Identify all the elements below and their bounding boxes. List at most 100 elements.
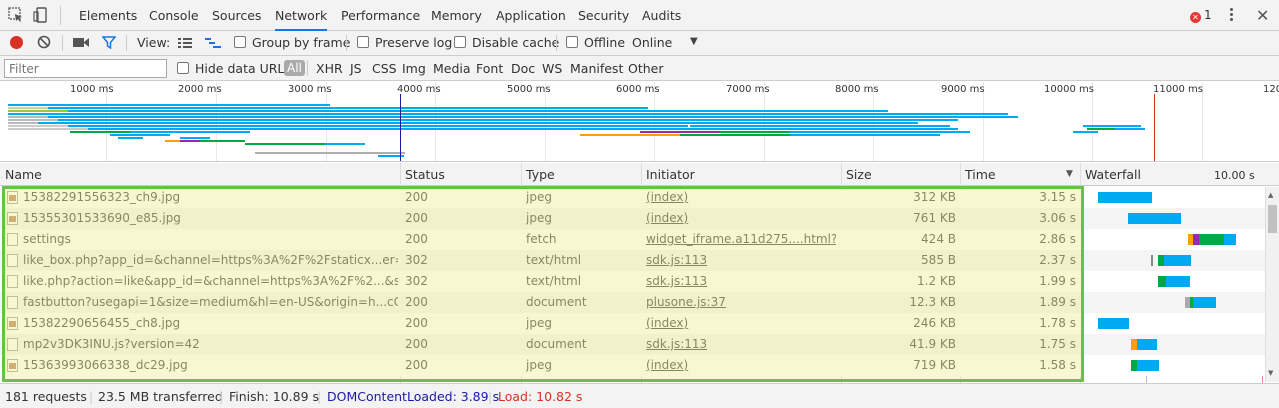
tab-elements[interactable]: Elements [79, 0, 137, 31]
filter-type-doc[interactable]: Doc [511, 61, 535, 76]
request-initiator[interactable]: sdk.js:113 [646, 274, 836, 288]
throttling-dropdown-icon[interactable]: ▼ [690, 36, 698, 47]
request-initiator[interactable]: (index) [646, 358, 836, 372]
filter-type-all[interactable]: All [284, 60, 305, 76]
overview-request-bar [690, 125, 950, 127]
waterfall-bar [1164, 255, 1191, 266]
preserve-log-checkbox[interactable] [357, 36, 369, 48]
inspect-element-icon[interactable] [8, 7, 24, 23]
filter-type-font[interactable]: Font [476, 61, 503, 76]
filter-type-manifest[interactable]: Manifest [570, 61, 623, 76]
offline-checkbox[interactable] [566, 36, 578, 48]
request-initiator[interactable]: sdk.js:113 [646, 337, 836, 351]
disable-cache-checkbox[interactable] [454, 36, 466, 48]
filter-input[interactable] [4, 59, 167, 78]
tab-security[interactable]: Security [578, 0, 629, 31]
table-row[interactable]: 15382291556323_ch9.jpg 200 jpeg (index) … [0, 187, 1265, 208]
table-row[interactable]: 15363993066338_dc29.jpg 200 jpeg (index)… [0, 355, 1265, 376]
overview-request-bar [1115, 128, 1145, 130]
summary-divider: | [89, 389, 94, 404]
sort-descending-icon: ▼ [1066, 169, 1073, 179]
table-row[interactable]: like.php?action=like&app_id=&channel=htt… [0, 271, 1265, 292]
table-row[interactable]: mp2v3DK3INU.js?version=42 200 document s… [0, 334, 1265, 355]
large-rows-icon[interactable] [178, 37, 192, 49]
filter-type-css[interactable]: CSS [372, 61, 397, 76]
overview-tick-label: 10000 ms [1044, 84, 1094, 95]
request-size: 761 KB [913, 211, 956, 225]
tab-sources[interactable]: Sources [212, 0, 261, 31]
scroll-down-icon[interactable]: ▼ [1268, 369, 1273, 377]
column-header-type[interactable]: Type [526, 167, 555, 182]
request-initiator[interactable]: widget_iframe.a11d275....html?... [646, 232, 836, 246]
group-by-frame-checkbox[interactable] [234, 36, 246, 48]
request-initiator[interactable]: (index) [646, 190, 836, 204]
column-header-initiator[interactable]: Initiator [646, 167, 695, 182]
clear-icon[interactable] [37, 35, 51, 49]
more-options-icon[interactable] [1230, 8, 1234, 22]
request-initiator[interactable]: (index) [646, 316, 836, 330]
request-type: jpeg [526, 358, 552, 372]
request-time: 2.37 s [1039, 253, 1076, 267]
request-type: document [526, 295, 587, 309]
request-name: like_box.php?app_id=&channel=https%3A%2F… [23, 253, 398, 267]
throttling-select[interactable]: Online [632, 35, 672, 50]
request-size: 424 B [921, 232, 956, 246]
request-initiator[interactable]: sdk.js:113 [646, 253, 836, 267]
summary-divider: | [219, 389, 224, 404]
vertical-scrollbar[interactable]: ▲ ▼ [1265, 187, 1279, 382]
scrollbar-thumb[interactable] [1268, 205, 1277, 233]
filter-type-js[interactable]: JS [350, 61, 362, 76]
table-row[interactable]: settings 200 fetch widget_iframe.a11d275… [0, 229, 1265, 250]
overview-request-bar [165, 140, 180, 142]
overview-request-bar [325, 143, 365, 145]
record-icon[interactable] [10, 36, 23, 49]
image-file-icon [7, 359, 18, 372]
tab-application[interactable]: Application [496, 0, 566, 31]
request-size: 1.2 KB [917, 274, 956, 288]
request-time: 1.78 s [1039, 316, 1076, 330]
filter-icon[interactable] [102, 36, 116, 49]
tab-memory[interactable]: Memory [431, 0, 482, 31]
filter-type-img[interactable]: Img [402, 61, 426, 76]
device-toolbar-icon[interactable] [33, 7, 49, 23]
screenshot-camera-icon[interactable] [73, 37, 89, 48]
scroll-up-icon[interactable]: ▲ [1268, 191, 1273, 199]
column-header-status[interactable]: Status [405, 167, 445, 182]
overview-request-bar [580, 134, 680, 136]
table-row[interactable]: like_box.php?app_id=&channel=https%3A%2F… [0, 250, 1265, 271]
filter-type-xhr[interactable]: XHR [316, 61, 343, 76]
network-overview-timeline[interactable]: 1000 ms 2000 ms 3000 ms 4000 ms 5000 ms … [0, 82, 1279, 162]
table-row[interactable]: 15355301533690_e85.jpg 200 jpeg (index) … [0, 208, 1265, 229]
overview-request-bar [8, 122, 38, 124]
overview-tick-label: 6000 ms [616, 84, 660, 95]
document-file-icon [7, 254, 18, 267]
close-icon[interactable]: ✕ [1256, 6, 1269, 25]
column-header-waterfall[interactable]: Waterfall [1085, 167, 1141, 182]
filter-type-other[interactable]: Other [628, 61, 664, 76]
tab-audits[interactable]: Audits [642, 0, 681, 31]
overview-request-bar [68, 110, 888, 112]
filter-type-ws[interactable]: WS [542, 61, 562, 76]
column-header-name[interactable]: Name [5, 167, 42, 182]
hide-data-urls-checkbox[interactable] [177, 62, 189, 74]
overview-request-bar [48, 116, 1018, 118]
table-row[interactable]: fastbutton?usegapi=1&size=medium&hl=en-U… [0, 292, 1265, 313]
request-status: 200 [405, 358, 428, 372]
devtools-tab-bar: Elements Console Sources Network Perform… [0, 0, 1279, 31]
error-counter[interactable]: ✕ 1 [1190, 8, 1212, 23]
tab-performance[interactable]: Performance [341, 0, 420, 31]
request-initiator[interactable]: (index) [646, 211, 836, 225]
filter-type-media[interactable]: Media [433, 61, 471, 76]
tab-network[interactable]: Network [266, 0, 336, 31]
transferred-size: 23.5 MB transferred [98, 389, 223, 404]
toolbar-divider [62, 35, 63, 51]
column-header-time[interactable]: Time [965, 167, 996, 182]
request-initiator[interactable]: plusone.js:37 [646, 295, 836, 309]
overview-waterfall-icon[interactable] [205, 37, 221, 49]
request-time: 1.89 s [1039, 295, 1076, 309]
group-by-frame-label: Group by frame [252, 35, 351, 50]
column-header-size[interactable]: Size [846, 167, 872, 182]
tab-console[interactable]: Console [149, 0, 199, 31]
filter-divider [307, 60, 308, 76]
table-row[interactable]: 15382290656455_ch8.jpg 200 jpeg (index) … [0, 313, 1265, 334]
